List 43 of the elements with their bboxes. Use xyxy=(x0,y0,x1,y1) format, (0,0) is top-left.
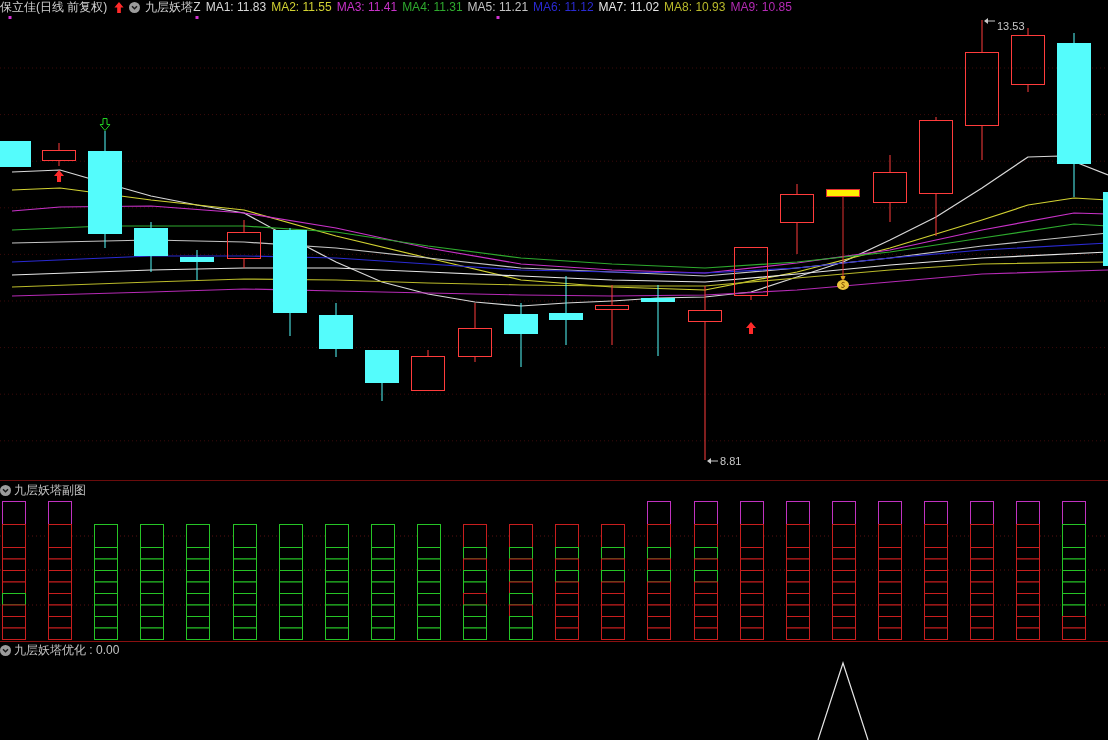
price-label: 8.81 xyxy=(720,455,742,467)
candlestick xyxy=(504,302,538,368)
leader-arrow xyxy=(707,458,719,464)
price-label: 13.53 xyxy=(997,20,1025,32)
ma-value: MA5: 11.21 xyxy=(467,0,529,15)
marker-icon xyxy=(8,16,12,19)
candlestick xyxy=(458,302,492,363)
candlestick xyxy=(873,154,907,223)
ma-value: MA9: 10.85 xyxy=(730,0,792,15)
dropdown-icon[interactable] xyxy=(0,484,11,496)
candlestick xyxy=(42,142,76,167)
candlestick xyxy=(227,219,261,269)
ma-value: MA8: 10.93 xyxy=(664,0,726,15)
candlestick xyxy=(595,284,629,346)
stock-title: 保立佳(日线 前复权) xyxy=(0,0,108,15)
ma-value: MA6: 11.12 xyxy=(533,0,594,15)
panel-title: 九层妖塔优化 : 0.00 xyxy=(14,643,120,658)
up-arrow-icon xyxy=(746,322,756,334)
dropdown-icon[interactable] xyxy=(129,2,141,13)
up-arrow-icon xyxy=(54,170,64,182)
candlestick xyxy=(365,350,399,402)
candlestick xyxy=(319,302,353,358)
ma-value: MA2: 11.55 xyxy=(271,0,332,15)
candlestick xyxy=(780,183,814,255)
ma-value: MA3: 11.41 xyxy=(336,0,398,15)
candlestick xyxy=(134,221,168,273)
candlestick xyxy=(180,249,214,281)
candlestick xyxy=(0,141,31,167)
candlestick xyxy=(411,349,445,391)
ma-value: MA1: 11.83 xyxy=(205,0,267,15)
marker-icon xyxy=(195,16,199,19)
marker-icon xyxy=(496,16,500,19)
money-bag-icon xyxy=(837,276,849,290)
leader-arrow xyxy=(984,18,996,24)
panel-title: 九层妖塔副图 xyxy=(14,482,86,498)
ma-value: MA7: 11.02 xyxy=(598,0,660,15)
up-arrow-icon xyxy=(114,2,125,13)
candlestick xyxy=(549,275,583,346)
candlestick xyxy=(734,247,768,301)
indicator-name: 九层妖塔Z xyxy=(145,0,201,15)
down-arrow-icon xyxy=(100,118,110,131)
ma-value: MA4: 11.31 xyxy=(402,0,463,15)
dropdown-icon[interactable] xyxy=(0,645,11,656)
